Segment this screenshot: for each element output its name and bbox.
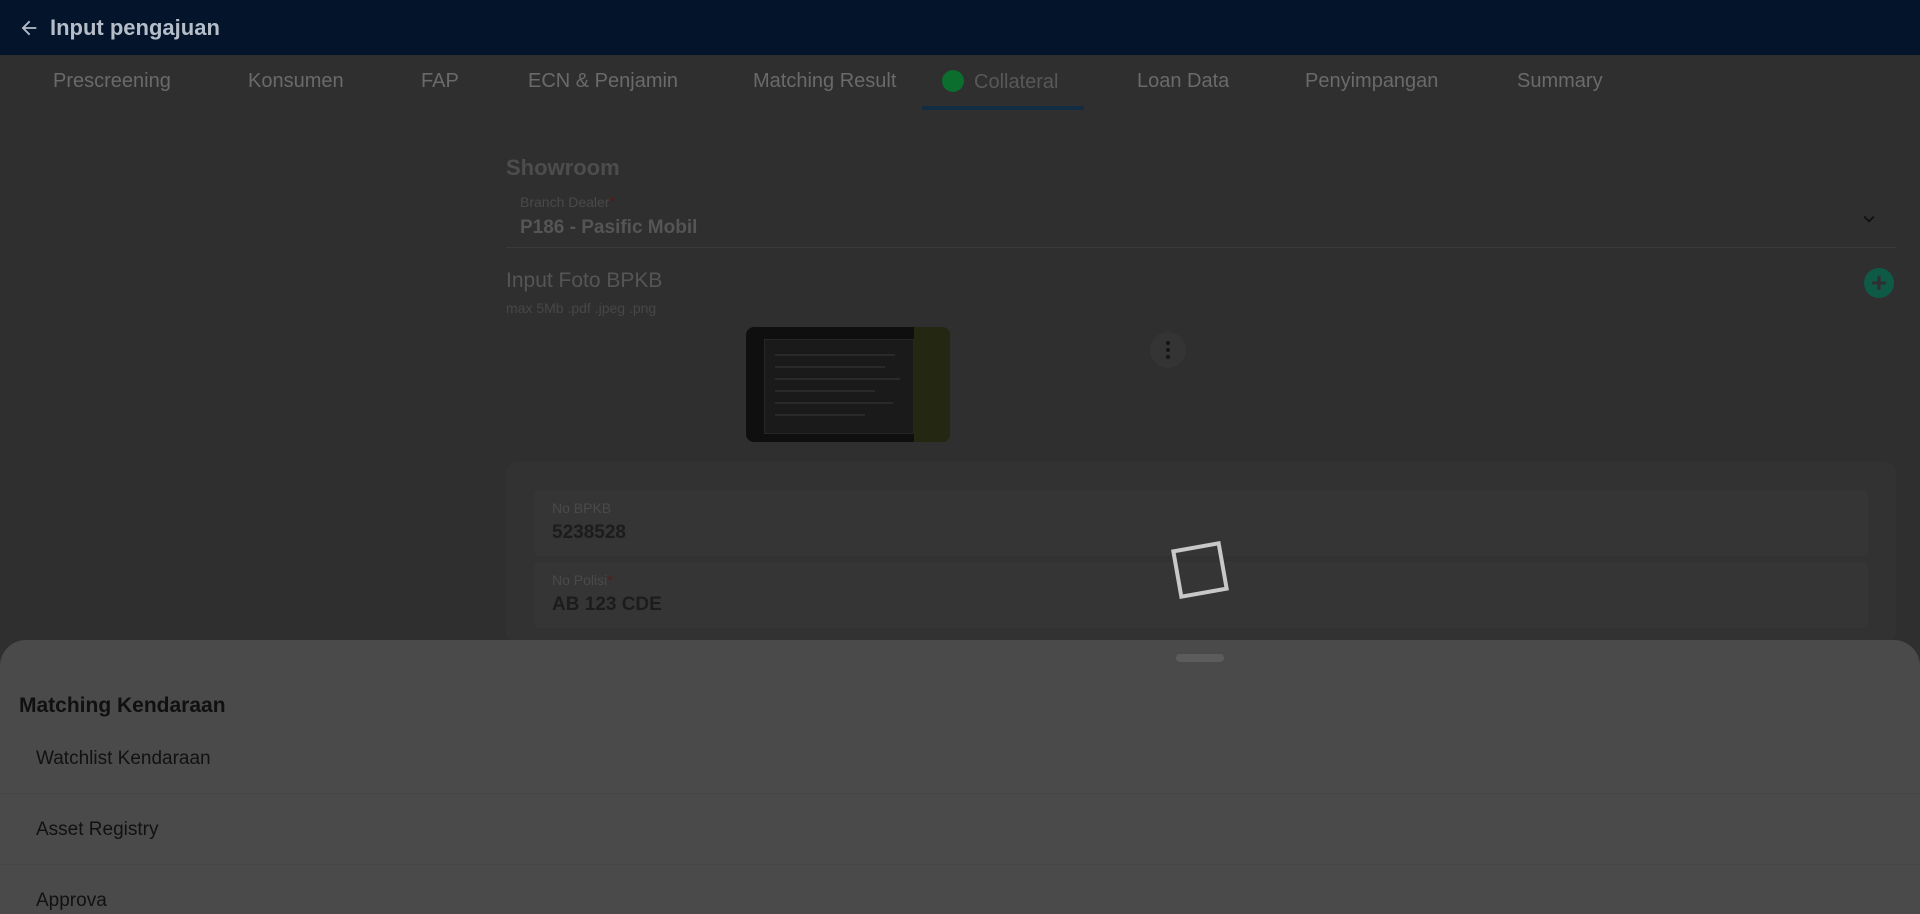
bpkb-photo-thumbnail[interactable]: [746, 327, 950, 442]
tab-fap[interactable]: FAP: [421, 70, 459, 93]
tab-konsumen[interactable]: Konsumen: [248, 70, 344, 93]
branch-dealer-value: P186 - Pasific Mobil: [520, 217, 698, 238]
branch-dealer-label-text: Branch Dealer: [520, 194, 610, 210]
sheet-item-label: Watchlist Kendaraan: [36, 748, 211, 769]
arrow-left-icon[interactable]: [18, 17, 40, 39]
sheet-item-label: Approva: [36, 890, 107, 911]
tab-summary[interactable]: Summary: [1517, 70, 1603, 93]
sheet-item-watchlist-kendaraan[interactable]: Watchlist Kendaraan: [0, 726, 1920, 794]
required-mark: *: [609, 194, 615, 210]
required-mark: *: [607, 572, 613, 588]
bottom-sheet: Matching Kendaraan Watchlist Kendaraan A…: [0, 640, 1920, 914]
add-photo-button[interactable]: +: [1864, 268, 1894, 298]
sheet-title: Matching Kendaraan: [19, 694, 226, 717]
tab-matching-result[interactable]: Matching Result: [753, 70, 896, 93]
section-title-showroom: Showroom: [506, 155, 620, 180]
status-dot-icon: [942, 70, 964, 92]
tab-bar: Prescreening Konsumen FAP ECN & Penjamin…: [0, 55, 1920, 111]
foto-bpkb-title: Input Foto BPKB: [506, 269, 663, 292]
no-polisi-value: AB 123 CDE: [552, 594, 662, 615]
tab-collateral-label: Collateral: [974, 71, 1059, 93]
tab-collateral[interactable]: Collateral: [942, 70, 1058, 94]
document-image: [764, 339, 914, 434]
drag-handle[interactable]: [1176, 654, 1224, 662]
branch-dealer-dropdown[interactable]: Branch Dealer* P186 - Pasific Mobil: [506, 186, 1896, 248]
more-options-icon[interactable]: [1150, 332, 1186, 368]
tab-loan-data[interactable]: Loan Data: [1137, 70, 1229, 93]
chevron-down-icon[interactable]: [1858, 208, 1880, 230]
branch-dealer-label: Branch Dealer*: [520, 194, 615, 210]
no-bpkb-label: No BPKB: [552, 500, 612, 516]
sheet-item-approva[interactable]: Approva: [0, 868, 1920, 914]
app-bar: Input pengajuan: [0, 0, 1920, 55]
page-title: Input pengajuan: [50, 14, 220, 40]
sheet-item-asset-registry[interactable]: Asset Registry: [0, 797, 1920, 865]
no-polisi-label: No Polisi*: [552, 572, 613, 588]
tab-prescreening[interactable]: Prescreening: [53, 70, 171, 93]
active-tab-indicator: [922, 106, 1084, 110]
no-polisi-label-text: No Polisi: [552, 572, 608, 588]
tab-penyimpangan[interactable]: Penyimpangan: [1305, 70, 1438, 93]
tab-ecn-penjamin[interactable]: ECN & Penjamin: [528, 70, 678, 93]
sheet-item-label: Asset Registry: [36, 819, 159, 840]
loading-spinner-icon: [1171, 541, 1229, 599]
plus-icon: +: [1870, 267, 1888, 298]
no-bpkb-value: 5238528: [552, 522, 626, 543]
foto-bpkb-hint: max 5Mb .pdf .jpeg .png: [506, 300, 657, 316]
